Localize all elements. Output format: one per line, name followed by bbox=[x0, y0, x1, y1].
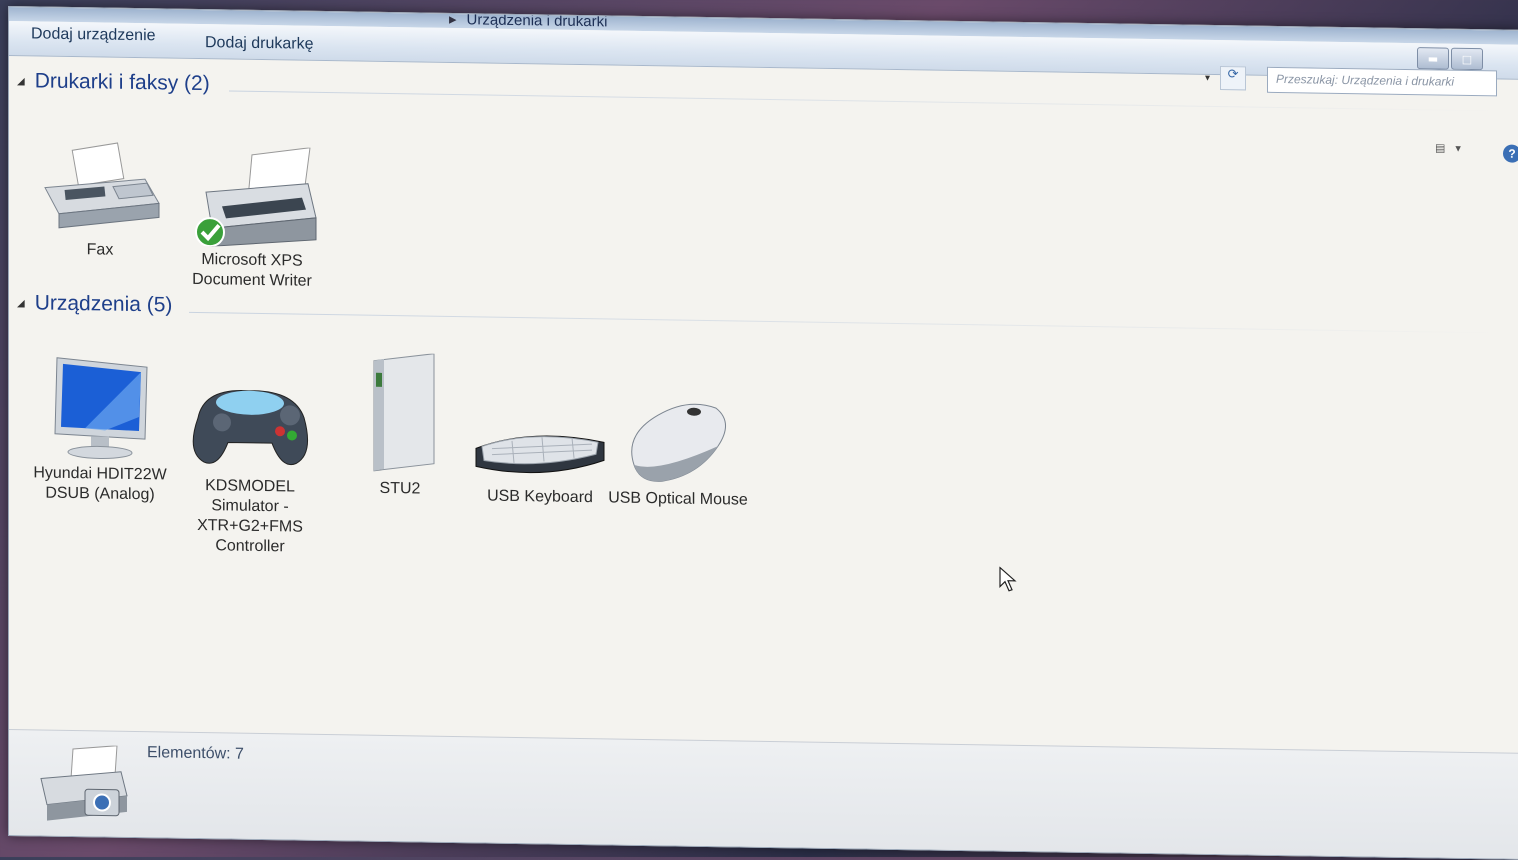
device-item-mouse[interactable]: USB Optical Mouse bbox=[603, 394, 753, 510]
details-pane: Elementów: 7 bbox=[9, 729, 1518, 860]
devices-folder-icon bbox=[40, 745, 128, 821]
change-view-icon[interactable]: ▤ bbox=[1435, 141, 1445, 154]
keyboard-icon bbox=[475, 435, 605, 474]
printer-icon bbox=[195, 147, 317, 248]
breadcrumb-arrow-icon: ▸ bbox=[449, 10, 457, 29]
maximize-button[interactable]: □ bbox=[1451, 47, 1483, 71]
group-title: Drukarki i faksy (2) bbox=[34, 69, 210, 96]
fax-icon bbox=[44, 142, 160, 229]
device-item-fax[interactable]: Fax bbox=[25, 135, 175, 261]
history-dropdown-icon[interactable]: ▾ bbox=[1205, 72, 1210, 83]
refresh-icon[interactable]: ⟳ bbox=[1220, 66, 1247, 91]
gamepad-icon bbox=[192, 390, 309, 465]
device-item-monitor[interactable]: Hyundai HDIT22W DSUB (Analog) bbox=[25, 355, 175, 505]
group-title: Urządzenia (5) bbox=[34, 291, 173, 317]
device-label: Microsoft XPS Document Writer bbox=[192, 251, 312, 290]
help-icon[interactable]: ? bbox=[1503, 144, 1518, 163]
collapse-arrow-icon[interactable]: ◢ bbox=[17, 298, 25, 309]
add-printer-button[interactable]: Dodaj drukarkę bbox=[195, 32, 324, 56]
group-divider bbox=[229, 90, 1509, 112]
device-label: USB Optical Mouse bbox=[608, 489, 748, 509]
item-count: Elementów: 7 bbox=[147, 744, 244, 763]
add-device-button[interactable]: Dodaj urządzenie bbox=[21, 23, 166, 47]
device-item-gamepad[interactable]: KDSMODEL Simulator - XTR+G2+FMS Controll… bbox=[175, 372, 325, 558]
group-header-printers[interactable]: ◢ Drukarki i faksy (2) bbox=[17, 69, 210, 96]
device-item-stu2[interactable]: STU2 bbox=[325, 352, 475, 500]
drive-icon bbox=[373, 353, 435, 472]
view-options: ▤ ▾ bbox=[1435, 141, 1461, 154]
window-controls: ▬ □ bbox=[1417, 47, 1483, 71]
device-label: USB Keyboard bbox=[487, 487, 593, 507]
group-header-devices[interactable]: ◢ Urządzenia (5) bbox=[17, 291, 172, 317]
mouse-icon bbox=[631, 403, 726, 482]
devices-and-printers-window: ▸ Urządzenia i drukarki Dodaj urządzenie … bbox=[8, 6, 1518, 860]
device-label: Hyundai HDIT22W DSUB (Analog) bbox=[33, 464, 167, 504]
view-dropdown-icon[interactable]: ▾ bbox=[1455, 142, 1461, 155]
device-label: Fax bbox=[86, 241, 114, 259]
breadcrumb-current[interactable]: Urządzenia i drukarki bbox=[467, 11, 608, 30]
address-controls: ▾ ⟳ bbox=[1205, 66, 1247, 91]
device-item-xps-writer[interactable]: Microsoft XPS Document Writer bbox=[177, 146, 327, 292]
device-label: STU2 bbox=[379, 479, 421, 498]
group-divider bbox=[189, 311, 1509, 334]
monitor-icon bbox=[54, 357, 148, 459]
device-item-keyboard[interactable]: USB Keyboard bbox=[465, 418, 615, 508]
minimize-button[interactable]: ▬ bbox=[1417, 47, 1449, 70]
mouse-cursor-icon bbox=[999, 566, 1017, 592]
device-label: KDSMODEL Simulator - XTR+G2+FMS Controll… bbox=[197, 477, 303, 556]
collapse-arrow-icon[interactable]: ◢ bbox=[17, 76, 25, 87]
search-input[interactable]: Przeszukaj: Urządzenia i drukarki bbox=[1267, 66, 1497, 97]
